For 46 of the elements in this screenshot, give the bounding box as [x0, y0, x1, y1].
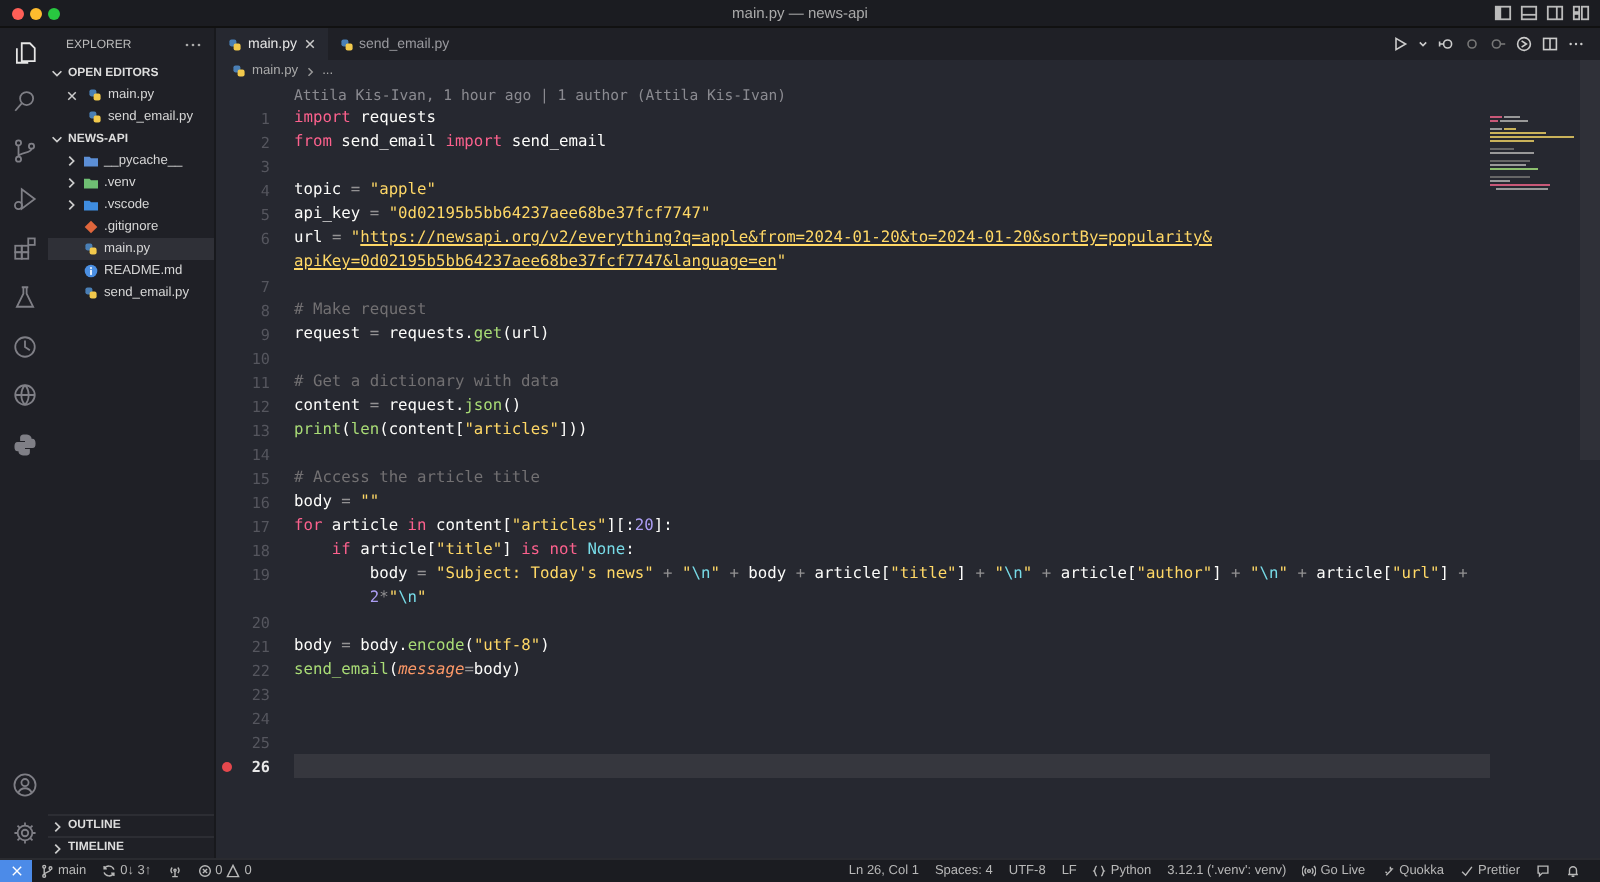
python-file-icon: [84, 286, 98, 300]
python-file-icon: [339, 37, 354, 51]
toggle-sidebar-icon[interactable]: [1494, 4, 1512, 22]
antenna-icon: [167, 864, 182, 878]
diamond-icon: [84, 220, 98, 234]
branch-icon: [40, 864, 54, 878]
settings-icon[interactable]: [12, 820, 38, 847]
info-icon: [84, 264, 98, 278]
braces-icon: [1092, 864, 1107, 878]
source-control-icon[interactable]: [12, 137, 38, 164]
chevron-icon: [304, 65, 317, 77]
error-icon: [197, 864, 212, 878]
run-debug-icon[interactable]: [12, 186, 38, 213]
split-editor-icon[interactable]: [1542, 36, 1558, 52]
minimap-drawing[interactable]: [1490, 112, 1580, 192]
compare-icon[interactable]: [1438, 36, 1454, 52]
search-icon[interactable]: [12, 88, 38, 115]
toggle-secondary-sidebar-icon[interactable]: [1546, 4, 1564, 22]
circle-icon[interactable]: [1490, 36, 1506, 52]
close-icon[interactable]: [66, 89, 78, 101]
files-icon[interactable]: [12, 39, 38, 66]
remote-icon: [9, 864, 23, 878]
warning-icon: [226, 864, 241, 878]
run-icon[interactable]: [1392, 36, 1408, 52]
breakpoint-icon[interactable]: [221, 761, 231, 771]
circle-icon[interactable]: [1464, 36, 1480, 52]
caret-icon[interactable]: [1418, 36, 1428, 52]
python-file-icon: [84, 242, 98, 256]
sync-icon: [102, 864, 117, 878]
broadcast-icon: [1302, 864, 1317, 878]
extensions-icon[interactable]: [12, 235, 38, 262]
close-icon[interactable]: [303, 38, 316, 50]
maximize-window-icon[interactable]: [48, 7, 60, 19]
minimize-window-icon[interactable]: [30, 7, 42, 19]
customize-layout-icon[interactable]: [1572, 4, 1590, 22]
remote-button[interactable]: [0, 860, 32, 882]
bell-icon: [1566, 864, 1580, 878]
close-window-icon[interactable]: [12, 7, 24, 19]
python-icon[interactable]: [12, 431, 38, 458]
account-icon[interactable]: [12, 771, 38, 798]
globe-icon[interactable]: [12, 382, 38, 409]
clock-icon[interactable]: [12, 333, 38, 360]
speech-bubble-icon: [1536, 864, 1550, 878]
flask-icon[interactable]: [12, 284, 38, 311]
toggle-panel-icon[interactable]: [1520, 4, 1538, 22]
check-icon: [1460, 864, 1475, 878]
